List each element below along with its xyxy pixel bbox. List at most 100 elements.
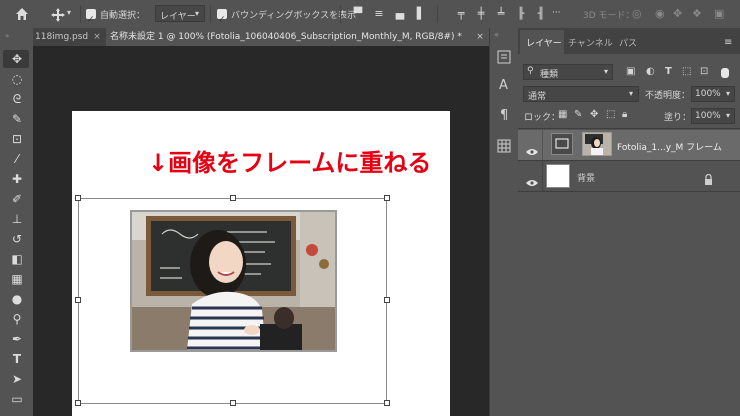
chevron-down-icon: ▾ <box>195 9 200 18</box>
distribute-top-icon[interactable]: ╤ <box>455 8 467 20</box>
eraser-tool-icon[interactable]: ◧ <box>6 251 28 267</box>
align-vertical-centers-icon[interactable]: ≡ <box>373 8 385 20</box>
chevron-down-icon: ▾ <box>604 67 609 76</box>
framed-photo[interactable] <box>130 210 337 352</box>
close-icon[interactable]: × <box>90 28 104 46</box>
cafe-woman-photo <box>132 212 335 350</box>
filter-adjustment-icon[interactable]: ◐ <box>646 66 655 77</box>
brush-tool-icon[interactable]: ✐ <box>6 191 28 207</box>
paragraph-panel-icon[interactable]: ¶ <box>500 108 508 123</box>
transform-handle[interactable] <box>384 195 390 201</box>
3d-orbit-icon[interactable]: ◎ <box>632 7 642 20</box>
layer-filter-value: 種類 <box>540 70 559 80</box>
transform-handle[interactable] <box>230 400 236 406</box>
filter-toggle-icon[interactable] <box>721 68 729 78</box>
distribute-centers-icon[interactable]: ╪ <box>475 8 487 20</box>
tab-label: 名称未設定 1 @ 100% (Fotolia_106040406_Subscr… <box>110 32 462 42</box>
filter-type-icon[interactable]: T <box>665 66 672 77</box>
bounding-box-checkbox[interactable] <box>217 9 227 19</box>
transform-handle[interactable] <box>75 297 81 303</box>
lock-transparent-icon[interactable]: ▦ <box>558 109 567 120</box>
close-icon[interactable]: × <box>473 28 487 46</box>
path-selection-tool-icon[interactable]: ➤ <box>6 371 28 387</box>
lock-all-icon[interactable]: 🔒︎ <box>622 109 627 120</box>
character-panel-icon[interactable]: A <box>499 78 508 93</box>
background-thumbnail <box>546 164 570 188</box>
transform-handle[interactable] <box>75 400 81 406</box>
tab-channels[interactable]: チャンネル <box>568 36 613 49</box>
chevron-down-icon[interactable]: ▾ <box>67 8 71 17</box>
auto-select-target-dropdown[interactable]: レイヤー ▾ <box>155 5 205 22</box>
blend-mode-dropdown[interactable]: 通常 ▾ <box>523 86 639 102</box>
divider <box>542 130 543 160</box>
collapse-icon[interactable]: » <box>5 32 9 40</box>
lasso-tool-icon[interactable]: ᘓ <box>6 91 28 107</box>
history-brush-tool-icon[interactable]: ↺ <box>6 231 28 247</box>
layer-row-frame[interactable]: Fotolia_1...y_M フレーム <box>518 130 740 160</box>
fill-input[interactable]: 100% ▾ <box>691 108 735 124</box>
filter-shape-icon[interactable]: ⬚ <box>682 66 691 77</box>
history-panel-icon[interactable] <box>497 49 511 64</box>
dodge-tool-icon[interactable]: ⚲ <box>6 311 28 327</box>
divider <box>80 5 81 23</box>
opacity-input[interactable]: 100% ▾ <box>691 86 735 102</box>
healing-brush-tool-icon[interactable]: ✚ <box>6 171 28 187</box>
transform-handle[interactable] <box>75 195 81 201</box>
blend-mode-value: 通常 <box>528 92 547 102</box>
tab-paths[interactable]: パス <box>619 36 637 49</box>
fill-label: 塗り： <box>664 113 692 123</box>
lock-label: ロック： <box>524 113 561 123</box>
transform-handle[interactable] <box>230 195 236 201</box>
move-tool-icon[interactable]: ✥ <box>6 51 28 67</box>
distribute-left-icon[interactable]: ╟ <box>515 8 527 20</box>
lock-artboard-icon[interactable]: ⬚ <box>606 109 615 120</box>
type-tool-icon[interactable]: T <box>6 351 28 367</box>
filter-pixel-icon[interactable]: ▣ <box>626 66 635 77</box>
distribute-bottom-icon[interactable]: ╧ <box>495 8 507 20</box>
distribute-right-icon[interactable]: ╢ <box>535 8 547 20</box>
table-panel-icon[interactable] <box>497 138 511 153</box>
filter-smart-object-icon[interactable]: ⊡ <box>700 66 708 77</box>
crop-tool-icon[interactable]: ⊡ <box>6 131 28 147</box>
quick-select-tool-icon[interactable]: ✎ <box>6 111 28 127</box>
lock-position-icon[interactable]: ✥ <box>590 109 598 120</box>
layers-panel: レイヤー チャンネル パス ≡ ⚲ 種類 ▾ ▣ ◐ T ⬚ ⊡ 通常 ▾ 不透… <box>518 28 740 416</box>
rectangle-tool-icon[interactable]: ▭ <box>6 391 28 407</box>
auto-select-label: 自動選択： <box>100 11 146 21</box>
pen-tool-icon[interactable]: ✒ <box>6 331 28 347</box>
3d-drag-icon[interactable]: ✥ <box>673 7 682 20</box>
align-top-edges-icon[interactable]: ▀ <box>352 8 364 20</box>
panel-icon-strip: « A ¶ <box>489 28 520 416</box>
clone-stamp-tool-icon[interactable]: ⊥ <box>6 211 28 227</box>
marquee-tool-icon[interactable]: ◌ <box>6 71 28 87</box>
more-options-icon[interactable]: ··· <box>552 8 561 18</box>
panel-menu-icon[interactable]: ≡ <box>724 37 732 48</box>
lock-image-icon[interactable]: ✎ <box>574 109 582 120</box>
chevron-down-icon: ▾ <box>726 89 731 98</box>
eye-icon[interactable] <box>526 141 538 155</box>
eye-icon[interactable] <box>526 172 538 186</box>
divider <box>518 128 740 129</box>
auto-select-checkbox[interactable] <box>86 9 96 19</box>
collapse-icon[interactable]: « <box>494 30 499 39</box>
layer-row-background[interactable]: 背景 <box>518 161 740 191</box>
3d-slide-icon[interactable]: ❖ <box>692 7 702 20</box>
document-tab-active[interactable]: 名称未設定 1 @ 100% (Fotolia_106040406_Subscr… <box>106 28 489 46</box>
transform-handle[interactable] <box>384 400 390 406</box>
home-icon[interactable] <box>14 6 30 22</box>
divider <box>340 5 341 23</box>
transform-handle[interactable] <box>384 297 390 303</box>
3d-scale-icon[interactable]: ▣ <box>714 7 724 20</box>
divider <box>210 5 211 23</box>
layer-filter-dropdown[interactable]: ⚲ 種類 ▾ <box>523 64 613 80</box>
blur-tool-icon[interactable]: ● <box>6 291 28 307</box>
move-tool-icon[interactable] <box>50 7 66 22</box>
3d-roll-icon[interactable]: ◉ <box>655 7 665 20</box>
align-left-edges-icon[interactable]: ▌ <box>415 8 427 20</box>
align-bottom-edges-icon[interactable]: ▄ <box>394 8 406 20</box>
layer-name: Fotolia_1...y_M フレーム <box>617 143 722 153</box>
layer-name: 背景 <box>577 174 596 184</box>
eyedropper-tool-icon[interactable]: ⁄ <box>6 151 28 167</box>
tab-label: 118img.psd <box>35 32 89 42</box>
gradient-tool-icon[interactable]: ▦ <box>6 271 28 287</box>
